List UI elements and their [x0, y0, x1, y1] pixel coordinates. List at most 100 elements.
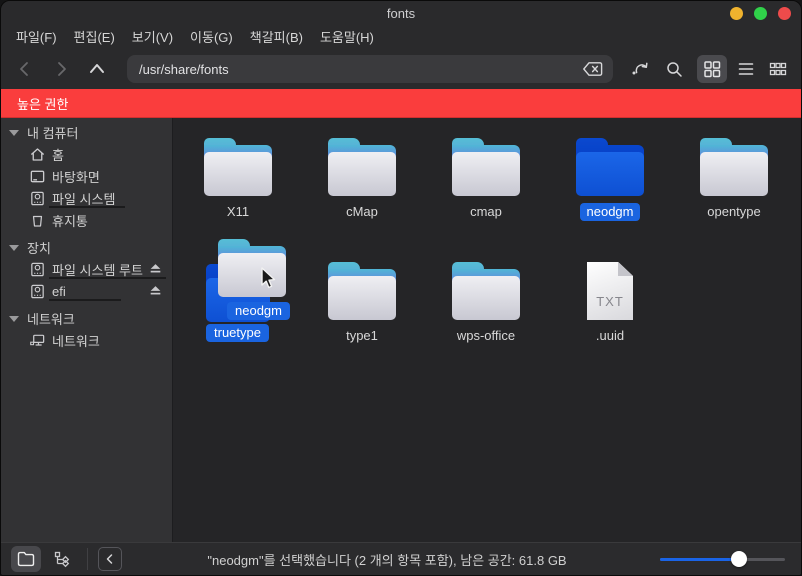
sidebar-section-devices[interactable]: 장치: [1, 237, 172, 258]
zoom-slider-fill: [660, 558, 739, 561]
chevron-down-icon[interactable]: [9, 130, 19, 136]
eject-button[interactable]: [149, 284, 162, 296]
file-item-label: wps-office: [450, 327, 522, 345]
zoom-slider-handle[interactable]: [731, 551, 747, 567]
file-item-opentype[interactable]: opentype: [679, 138, 789, 224]
sidebar-item-label: 휴지통: [52, 211, 88, 230]
statusbar-separator: [87, 548, 88, 570]
sidebar: 내 컴퓨터 홈 바탕화면 파일 시스템: [1, 118, 173, 542]
file-view[interactable]: X11 cMap cmap neodgm opentype: [173, 118, 801, 542]
forward-icon: [51, 59, 71, 79]
disk-usage-bar: [49, 277, 166, 279]
sidebar-section-network[interactable]: 네트워크: [1, 308, 172, 329]
menu-go[interactable]: 이동(G): [183, 26, 240, 49]
sidebar-item-network[interactable]: 네트워크: [1, 329, 172, 351]
sidebar-item-label: 네트워크: [52, 331, 100, 350]
menu-view[interactable]: 보기(V): [125, 26, 180, 49]
drive-icon: [29, 261, 46, 278]
folder-icon: [700, 138, 768, 196]
sidebar-item-efi[interactable]: efi: [1, 280, 172, 302]
compact-view-button[interactable]: [765, 56, 791, 82]
menu-file[interactable]: 파일(F): [9, 26, 64, 49]
section-label: 내 컴퓨터: [27, 123, 78, 142]
content: 내 컴퓨터 홈 바탕화면 파일 시스템: [1, 118, 801, 542]
file-item-uuid[interactable]: TXT .uuid: [555, 262, 665, 348]
section-label: 장치: [27, 238, 51, 257]
back-button[interactable]: [11, 55, 39, 83]
statusbar: "neodgm"를 선택했습니다 (2 개의 항목 포함), 남은 공간: 61…: [1, 542, 801, 575]
refresh-button[interactable]: [627, 56, 653, 82]
file-item-label: opentype: [700, 203, 768, 221]
compact-view-icon: [768, 59, 788, 79]
sidebar-item-label: 파일 시스템: [52, 189, 115, 208]
minimize-button[interactable]: [730, 7, 743, 20]
menu-bookmarks[interactable]: 책갈피(B): [243, 26, 310, 49]
file-item-label: neodgm: [580, 203, 641, 221]
forward-button[interactable]: [47, 55, 75, 83]
file-item-label: type1: [339, 327, 385, 345]
sidebar-item-filesystem[interactable]: 파일 시스템: [1, 187, 172, 209]
file-item-x11[interactable]: X11: [183, 138, 293, 224]
window-title: fonts: [1, 1, 801, 26]
file-item-type1[interactable]: type1: [307, 262, 417, 348]
truetype-label: truetype: [206, 324, 269, 342]
sidebar-item-desktop[interactable]: 바탕화면: [1, 165, 172, 187]
elevated-privileges-banner: 높은 권한: [1, 89, 801, 118]
zoom-slider[interactable]: [660, 550, 785, 568]
close-button[interactable]: [778, 7, 791, 20]
sidebar-section-computer[interactable]: 내 컴퓨터: [1, 122, 172, 143]
trash-icon: [29, 212, 46, 229]
txt-file-icon: TXT: [587, 262, 633, 320]
backspace-icon: [582, 61, 604, 77]
disk-usage-bar: [49, 206, 125, 208]
places-panel-button[interactable]: [11, 546, 41, 572]
current-path: /usr/share/fonts: [139, 62, 229, 77]
up-button[interactable]: [83, 55, 111, 83]
eject-icon: [149, 284, 162, 296]
tree-panel-icon: [53, 550, 71, 568]
refresh-icon: [630, 59, 650, 79]
clear-path-button[interactable]: [578, 58, 608, 80]
icon-view-button[interactable]: [697, 55, 727, 83]
path-input[interactable]: /usr/share/fonts: [127, 55, 613, 83]
menu-help[interactable]: 도움말(H): [313, 26, 381, 49]
maximize-button[interactable]: [754, 7, 767, 20]
sidebar-item-trash[interactable]: 휴지통: [1, 209, 172, 231]
file-item-label: X11: [220, 203, 256, 221]
back-icon: [15, 59, 35, 79]
chevron-down-icon[interactable]: [9, 245, 19, 251]
collapse-sidebar-button[interactable]: [98, 547, 122, 571]
disk-usage-bar: [49, 299, 121, 301]
menubar: 파일(F) 편집(E) 보기(V) 이동(G) 책갈피(B) 도움말(H): [1, 26, 801, 49]
grid-view-icon: [702, 59, 722, 79]
list-view-button[interactable]: [733, 56, 759, 82]
status-message: "neodgm"를 선택했습니다 (2 개의 항목 포함), 남은 공간: 61…: [122, 550, 652, 569]
network-icon: [29, 332, 46, 349]
file-item-cmap-upper[interactable]: cMap: [307, 138, 417, 224]
sidebar-item-label: 홈: [52, 145, 64, 164]
sidebar-item-home[interactable]: 홈: [1, 143, 172, 165]
eject-button[interactable]: [149, 262, 162, 274]
menu-edit[interactable]: 편집(E): [67, 26, 122, 49]
eject-icon: [149, 262, 162, 274]
mouse-cursor-icon: [256, 266, 278, 290]
file-item-wps-office[interactable]: wps-office: [431, 262, 541, 348]
sidebar-item-filesystem-root[interactable]: 파일 시스템 루트: [1, 258, 172, 280]
chevron-down-icon[interactable]: [9, 316, 19, 322]
section-label: 네트워크: [27, 309, 75, 328]
search-button[interactable]: [661, 56, 687, 82]
file-item-label: cmap: [463, 203, 509, 221]
banner-text: 높은 권한: [17, 94, 68, 113]
up-icon: [86, 59, 108, 79]
drive-icon: [29, 283, 46, 300]
desktop-icon: [29, 168, 46, 185]
home-icon: [29, 146, 46, 163]
file-item-neodgm[interactable]: neodgm: [555, 138, 665, 224]
toolbar: /usr/share/fonts: [1, 49, 801, 89]
folder-icon: [328, 138, 396, 196]
chevron-left-icon: [103, 552, 117, 566]
titlebar[interactable]: fonts: [1, 1, 801, 26]
file-item-cmap-lower[interactable]: cmap: [431, 138, 541, 224]
treeview-panel-button[interactable]: [47, 546, 77, 572]
folder-icon: [452, 138, 520, 196]
